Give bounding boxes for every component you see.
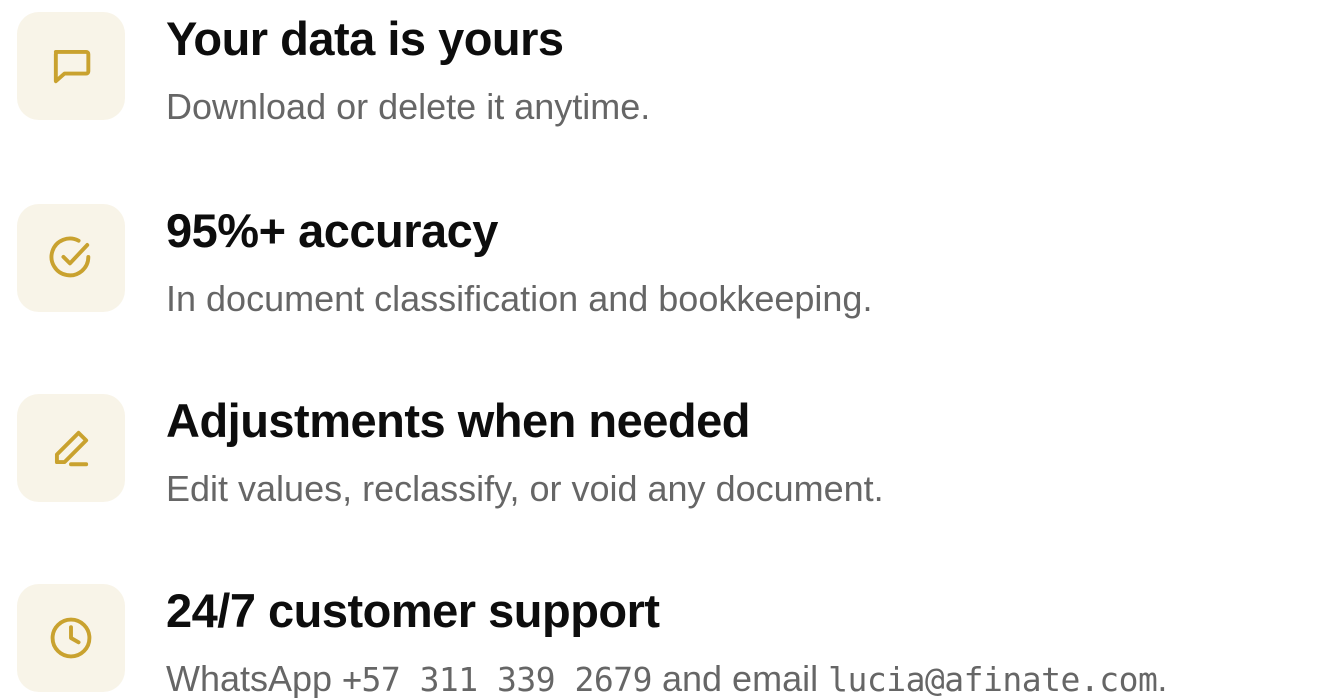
feature-item-accuracy: 95%+ accuracy In document classification…: [0, 192, 1327, 332]
feature-description: Edit values, reclassify, or void any doc…: [166, 468, 884, 509]
feature-item-data-ownership: Your data is yours Download or delete it…: [0, 0, 1327, 140]
description-text: WhatsApp: [166, 658, 343, 698]
feature-title: 95%+ accuracy: [166, 204, 498, 257]
feature-item-adjustments: Adjustments when needed Edit values, rec…: [0, 382, 1327, 522]
description-text: and email: [651, 658, 829, 698]
feature-description: In document classification and bookkeepi…: [166, 278, 873, 319]
icon-tile: [17, 12, 125, 120]
feature-title: Adjustments when needed: [166, 394, 750, 447]
feature-description: WhatsApp +57 311 339 2679 and email luci…: [166, 656, 1167, 698]
clock-icon: [50, 617, 92, 659]
feature-item-support: 24/7 customer support WhatsApp +57 311 3…: [0, 572, 1327, 698]
pencil-line-icon: [54, 430, 89, 467]
support-email[interactable]: lucia@afinate.com: [828, 660, 1158, 698]
phone-number[interactable]: +57 311 339 2679: [342, 660, 652, 698]
feature-title: 24/7 customer support: [166, 584, 660, 637]
icon-tile: [17, 204, 125, 312]
icon-tile: [17, 584, 125, 692]
description-text: .: [1157, 658, 1168, 698]
feature-list: Your data is yours Download or delete it…: [0, 0, 1327, 698]
message-square-icon: [53, 49, 91, 84]
feature-title: Your data is yours: [166, 12, 564, 65]
check-circle-icon: [49, 236, 91, 278]
icon-tile: [17, 394, 125, 502]
feature-description: Download or delete it anytime.: [166, 86, 651, 127]
